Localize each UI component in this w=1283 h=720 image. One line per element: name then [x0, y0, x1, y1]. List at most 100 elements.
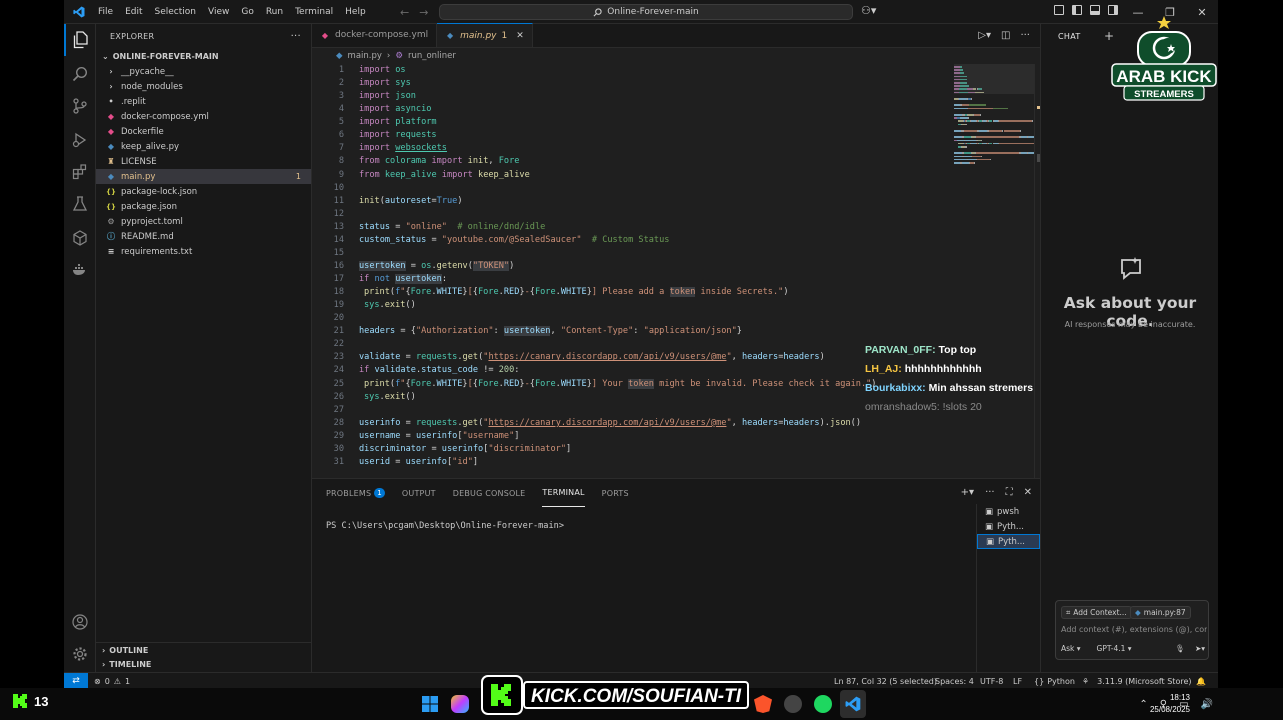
model-dropdown[interactable]: GPT-4.1 ▾: [1097, 644, 1132, 653]
send-icon[interactable]: ➤▾: [1195, 644, 1205, 653]
timeline-section[interactable]: › TIMELINE: [96, 657, 312, 672]
close-panel-icon[interactable]: ✕: [1024, 487, 1032, 498]
tree-item[interactable]: ◆ main.py 1: [96, 169, 311, 184]
account-icon[interactable]: [64, 606, 96, 638]
copilot-icon[interactable]: ⚇▾: [861, 4, 876, 17]
search-icon[interactable]: [64, 58, 96, 90]
file-icon: •: [108, 97, 114, 106]
chat-placeholder[interactable]: Add context (#), extensions (@), command…: [1061, 625, 1207, 634]
tree-item[interactable]: ◆ keep_alive.py: [96, 139, 311, 154]
tab-problems[interactable]: PROBLEMS 1: [326, 479, 385, 507]
customize-layout-icon[interactable]: [1054, 5, 1064, 15]
context-file-chip[interactable]: ◆ main.py:87: [1130, 606, 1191, 619]
tab-main-py[interactable]: ◆ main.py 1 ✕: [437, 23, 533, 47]
more-actions-icon[interactable]: ···: [985, 487, 995, 498]
menu-file[interactable]: File: [92, 0, 119, 24]
run-python-icon[interactable]: ▷▾: [978, 30, 991, 41]
tree-item[interactable]: • .replit: [96, 94, 311, 109]
spotify-icon[interactable]: [814, 695, 832, 713]
code-line: 13 status = "online" # online/dnd/idle: [312, 221, 952, 234]
tree-item[interactable]: ⓘ README.md: [96, 229, 311, 244]
menu-help[interactable]: Help: [339, 0, 372, 24]
code-token: "online": [405, 221, 447, 232]
explorer-icon[interactable]: [64, 24, 96, 56]
testing-icon[interactable]: [64, 188, 96, 220]
tab-debug-console[interactable]: DEBUG CONSOLE: [453, 479, 526, 507]
add-context-button[interactable]: ⌗ Add Context...: [1061, 606, 1132, 619]
tab-ports[interactable]: PORTS: [602, 479, 629, 507]
code-token: =: [405, 352, 416, 363]
tree-item[interactable]: › __pycache__: [96, 64, 311, 79]
outline-section[interactable]: › OUTLINE: [96, 642, 312, 657]
docker-icon[interactable]: [64, 254, 96, 286]
python-interpreter[interactable]: ⚘ 3.11.9 (Microsoft Store): [1082, 673, 1192, 688]
tree-item[interactable]: {} package.json: [96, 199, 311, 214]
chat-title-tab[interactable]: CHAT: [1058, 32, 1081, 41]
language-mode[interactable]: {} Python: [1034, 673, 1075, 688]
menu-terminal[interactable]: Terminal: [289, 0, 339, 24]
minimap-viewport[interactable]: [954, 64, 1034, 94]
terminal-instance[interactable]: ▣ pwsh: [977, 504, 1040, 519]
volume-icon[interactable]: 🔊: [1201, 699, 1213, 710]
workspace-folder[interactable]: ⌄ ONLINE-FOREVER-MAIN: [96, 48, 311, 64]
close-tab-icon[interactable]: ✕: [516, 31, 524, 41]
windows-start-icon[interactable]: [421, 695, 439, 713]
tree-item[interactable]: › node_modules: [96, 79, 311, 94]
breadcrumb-file[interactable]: main.py: [348, 51, 382, 61]
menu-selection[interactable]: Selection: [149, 0, 202, 24]
new-terminal-icon[interactable]: +▾: [961, 487, 974, 498]
terminal-instance[interactable]: ▣ Pyth...: [977, 519, 1040, 534]
split-editor-icon[interactable]: ◫: [1001, 30, 1010, 41]
more-actions-icon[interactable]: ···: [291, 31, 301, 42]
copilot-app-icon[interactable]: [451, 695, 469, 713]
code-token: usertoken: [359, 260, 406, 271]
command-center-search[interactable]: Online-Forever-main: [439, 4, 853, 20]
extensions-icon[interactable]: [64, 156, 96, 188]
terminal-instance[interactable]: ▣ Pyth...: [977, 534, 1040, 549]
menu-edit[interactable]: Edit: [119, 0, 148, 24]
tree-item[interactable]: {} package-lock.json: [96, 184, 311, 199]
code-line: 10: [312, 182, 952, 195]
minimap[interactable]: [954, 64, 1034, 194]
tree-item[interactable]: ♜ LICENSE: [96, 154, 311, 169]
brave-browser-icon[interactable]: [754, 695, 772, 713]
cursor-position[interactable]: Ln 87, Col 32 (5 selected): [834, 673, 937, 688]
menu-view[interactable]: View: [202, 0, 235, 24]
remote-explorer-icon[interactable]: [64, 222, 96, 254]
problems-status[interactable]: ⊗ 0 ⚠ 1: [94, 673, 130, 688]
mode-dropdown[interactable]: Ask ▾: [1061, 644, 1081, 653]
indentation[interactable]: Spaces: 4: [935, 673, 974, 688]
tree-item[interactable]: ≡ requirements.txt: [96, 244, 311, 259]
notifications-icon[interactable]: 🔔: [1196, 673, 1206, 688]
breadcrumb-symbol[interactable]: run_onliner: [408, 51, 456, 61]
chat-input[interactable]: ⌗ Add Context... ◆ main.py:87 Add contex…: [1055, 600, 1209, 660]
toggle-panel-icon[interactable]: [1090, 5, 1100, 15]
manage-gear-icon[interactable]: [64, 638, 96, 670]
tab-docker-compose[interactable]: ◆ docker-compose.yml: [312, 23, 438, 47]
code-editor[interactable]: 1 import os 2 import sys 3 import json 4 import…: [312, 64, 952, 478]
terminal-prompt[interactable]: PS C:\Users\pcgam\Desktop\Online-Forever…: [326, 521, 564, 531]
encoding[interactable]: UTF-8: [980, 673, 1003, 688]
line-ending[interactable]: LF: [1013, 673, 1022, 688]
menu-go[interactable]: Go: [235, 0, 259, 24]
more-actions-icon[interactable]: ···: [1020, 30, 1030, 41]
tree-item[interactable]: ◆ Dockerfile: [96, 124, 311, 139]
run-debug-icon[interactable]: [64, 124, 96, 156]
chrome-icon[interactable]: [784, 695, 802, 713]
stream-chat-message: omranshadow5: !slots 20: [865, 401, 1033, 420]
tab-terminal[interactable]: TERMINAL: [542, 479, 585, 507]
tree-item[interactable]: ◆ docker-compose.yml: [96, 109, 311, 124]
code-token: import: [359, 91, 396, 102]
maximize-panel-icon[interactable]: ⛶: [1006, 487, 1013, 498]
menu-run[interactable]: Run: [260, 0, 289, 24]
tree-item[interactable]: ⚙ pyproject.toml: [96, 214, 311, 229]
forward-arrow-icon[interactable]: →: [419, 6, 428, 19]
taskbar-clock[interactable]: 18:13 25/08/2025: [1140, 692, 1190, 716]
back-arrow-icon[interactable]: ←: [400, 6, 409, 19]
microphone-icon[interactable]: 🎙: [1175, 644, 1185, 653]
vscode-taskbar-icon[interactable]: [840, 690, 866, 718]
source-control-icon[interactable]: [64, 90, 96, 122]
toggle-sidebar-icon[interactable]: [1072, 5, 1082, 15]
remote-indicator-icon[interactable]: ⇄: [64, 673, 88, 688]
tab-output[interactable]: OUTPUT: [402, 479, 436, 507]
